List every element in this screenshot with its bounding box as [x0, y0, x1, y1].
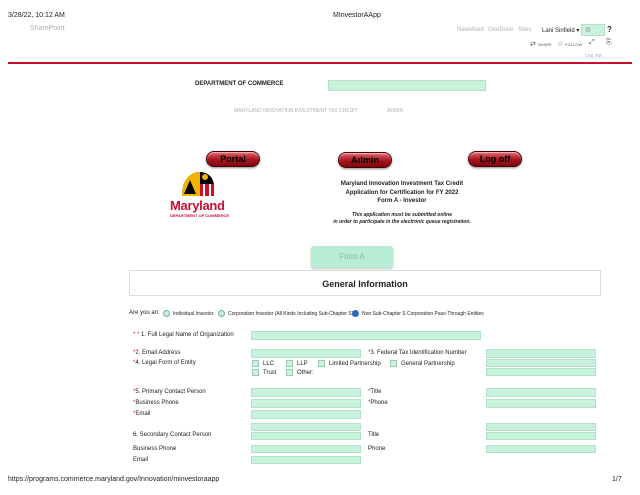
- secondary-email-label: Email: [133, 457, 149, 463]
- secondary-business-phone-input[interactable]: [251, 445, 361, 453]
- department-field[interactable]: [328, 80, 486, 91]
- nav-onedrive[interactable]: OneDrive: [488, 27, 513, 33]
- secondary-title-label: Title: [368, 432, 380, 438]
- checkbox-icon: [286, 360, 293, 367]
- investor-option-individual[interactable]: Individual Investor: [163, 310, 213, 317]
- secondary-phone-label: Phone: [368, 446, 386, 452]
- print-page-title: MInvestorAApp: [333, 12, 381, 19]
- sync-icon[interactable]: ⎘: [606, 39, 612, 47]
- fein-label: *3. Federal Tax Identification Number: [368, 350, 467, 356]
- print-url: https://programs.commerce.maryland.gov/I…: [8, 476, 220, 483]
- checkbox-icon: [390, 360, 397, 367]
- email-label: *2. Email Address: [133, 350, 181, 356]
- nav-newsfeed[interactable]: Newsfeed: [457, 27, 484, 33]
- help-icon[interactable]: ?: [607, 25, 612, 34]
- entity-limited-partnership[interactable]: Limited Partnership: [318, 360, 381, 367]
- secondary-title-input[interactable]: [486, 432, 596, 440]
- admin-button[interactable]: Admin: [338, 152, 392, 168]
- submission-note: This application must be submitted onlin…: [333, 212, 471, 225]
- checkbox-icon: [318, 360, 325, 367]
- secondary-business-phone-label: Business Phone: [133, 446, 177, 452]
- legal-name-label: * * 1. Full Legal Name of Organization: [133, 332, 234, 338]
- header-divider: [8, 62, 632, 64]
- investor-option-corporation[interactable]: Corporation Investor (All Kinds Includin…: [218, 310, 353, 317]
- legal-form-label: *4. Legal Form of Entity: [133, 360, 196, 366]
- user-name: Lani Sinfield: [542, 28, 575, 34]
- maryland-flag-icon: [182, 172, 214, 196]
- logoff-button[interactable]: Log off: [468, 151, 522, 167]
- fein-input-extra[interactable]: [486, 359, 596, 367]
- entity-general-partnership[interactable]: General Partnership: [390, 360, 455, 367]
- form-heading: Maryland Innovation Investment Tax Credi…: [340, 181, 464, 204]
- secondary-contact-input[interactable]: [251, 432, 361, 440]
- primary-contact-label: *5. Primary Contact Person: [133, 389, 206, 395]
- radio-selected-icon: [352, 310, 359, 317]
- secondary-email-input[interactable]: [251, 456, 361, 464]
- star-icon: ☆: [557, 41, 564, 48]
- entity-llp[interactable]: LLP: [286, 360, 308, 367]
- user-avatar[interactable]: ⚙: [581, 24, 605, 36]
- share-button[interactable]: ⇄ SHARE: [530, 40, 552, 48]
- section-title: General Information: [322, 279, 408, 289]
- follow-button[interactable]: ☆ FOLLOW: [557, 40, 582, 48]
- section-header: General Information: [129, 270, 601, 296]
- logout-link[interactable]: Log out: [585, 53, 602, 59]
- radio-icon: [163, 310, 170, 317]
- business-phone-label: *Business Phone: [133, 400, 179, 406]
- print-page-number: 1/7: [612, 476, 622, 483]
- chevron-down-icon: ▾: [576, 28, 580, 34]
- checkbox-icon: [286, 369, 293, 376]
- secondary-contact-extra[interactable]: [251, 423, 361, 431]
- business-phone-input[interactable]: [251, 399, 361, 408]
- user-menu[interactable]: Lani Sinfield ▾: [542, 27, 579, 34]
- secondary-contact-label: 6. Secondary Contact Person: [133, 432, 212, 438]
- investor-type-prompt: Are you an:: [129, 310, 160, 316]
- focus-icon[interactable]: ⤢: [589, 39, 595, 47]
- checkbox-icon: [252, 360, 259, 367]
- phone-input[interactable]: [486, 399, 596, 408]
- legal-name-input[interactable]: [251, 331, 481, 340]
- share-icon: ⇄: [530, 41, 536, 48]
- print-datetime: 3/28/22, 10:12 AM: [8, 12, 65, 19]
- secondary-phone-input[interactable]: [486, 445, 596, 453]
- primary-contact-input[interactable]: [251, 388, 361, 397]
- entity-other[interactable]: Other:: [286, 369, 314, 376]
- title-label: *Title: [368, 389, 382, 395]
- secondary-title-extra[interactable]: [486, 423, 596, 431]
- department-label: DEPARTMENT OF COMMERCE: [195, 81, 284, 87]
- tab-form-a[interactable]: Form A: [311, 246, 393, 268]
- primary-email-input[interactable]: [251, 410, 361, 419]
- sharepoint-brand[interactable]: SharePoint: [30, 25, 65, 32]
- fein-input[interactable]: [486, 349, 596, 358]
- settings-icon: ⚙: [585, 27, 592, 34]
- email-input[interactable]: [251, 349, 361, 358]
- maryland-logo: Maryland DEPARTMENT OF COMMERCE: [168, 170, 236, 218]
- portal-button[interactable]: Portal: [206, 151, 260, 167]
- phone-label: *Phone: [368, 400, 388, 406]
- primary-email-label: *Email: [133, 411, 151, 417]
- radio-icon: [218, 310, 225, 317]
- entity-llc[interactable]: LLC: [252, 360, 274, 367]
- entity-other-input[interactable]: [486, 368, 596, 376]
- entity-trust[interactable]: Trust: [252, 369, 276, 376]
- investor-option-pass-through[interactable]: Non Sub-Chapter S Corporation Pass-Throu…: [352, 310, 484, 317]
- subnav-mmitc[interactable]: MARYLAND INNOVATION INVESTMENT TAX CREDI…: [234, 108, 358, 114]
- title-input[interactable]: [486, 388, 596, 397]
- subnav-admin[interactable]: ADMIN: [387, 108, 403, 114]
- checkbox-icon: [252, 369, 259, 376]
- nav-sites[interactable]: Sites: [518, 27, 531, 33]
